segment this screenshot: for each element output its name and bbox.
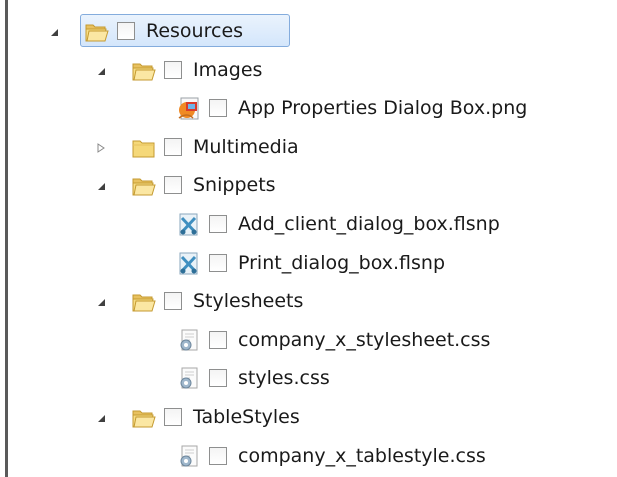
- item-checkbox[interactable]: [209, 214, 227, 233]
- project-explorer-panel: Resources Images App Properties Dialog B…: [0, 0, 617, 477]
- item-checkbox[interactable]: [164, 60, 182, 79]
- folder-open-icon: [131, 289, 157, 315]
- folder-open-icon: [131, 173, 157, 199]
- tree-folder-row[interactable]: Resources: [0, 13, 617, 52]
- snippet-file-icon: [176, 251, 202, 277]
- tree-file-row[interactable]: App Properties Dialog Box.png: [0, 90, 617, 129]
- tree-folder-row[interactable]: Snippets: [0, 167, 617, 206]
- tree-item-label[interactable]: Multimedia: [193, 134, 299, 160]
- item-checkbox[interactable]: [164, 292, 182, 311]
- css-file-icon: [176, 366, 202, 392]
- tree-file-row[interactable]: Print_dialog_box.flsnp: [0, 245, 617, 284]
- css-file-icon: [176, 328, 202, 354]
- folder-open-icon: [131, 58, 157, 84]
- item-checkbox[interactable]: [209, 253, 227, 272]
- tree-folder-row[interactable]: Stylesheets: [0, 283, 617, 322]
- tree-file-row[interactable]: styles.css: [0, 360, 617, 399]
- item-checkbox[interactable]: [209, 99, 227, 118]
- folder-open-icon: [84, 19, 110, 45]
- item-checkbox[interactable]: [209, 369, 227, 388]
- expanded-arrow-icon[interactable]: [95, 65, 107, 77]
- tree-file-row[interactable]: Add_client_dialog_box.flsnp: [0, 206, 617, 245]
- tree-item-label[interactable]: Snippets: [193, 172, 276, 198]
- tree-item-label[interactable]: App Properties Dialog Box.png: [238, 95, 527, 121]
- folder-open-icon: [131, 405, 157, 431]
- tree-file-row[interactable]: company_x_tablestyle.css: [0, 438, 617, 477]
- collapsed-arrow-icon[interactable]: [95, 142, 107, 154]
- tree-item-label[interactable]: TableStyles: [193, 404, 300, 430]
- tree-folder-row[interactable]: Images: [0, 52, 617, 91]
- folder-closed-icon: [131, 135, 157, 161]
- item-checkbox[interactable]: [164, 407, 182, 426]
- tree-item-label[interactable]: company_x_tablestyle.css: [238, 443, 486, 469]
- tree-item-label[interactable]: Add_client_dialog_box.flsnp: [238, 211, 500, 237]
- item-checkbox[interactable]: [209, 446, 227, 465]
- expanded-arrow-icon[interactable]: [48, 26, 60, 38]
- item-checkbox[interactable]: [164, 176, 182, 195]
- tree-folder-row[interactable]: TableStyles: [0, 399, 617, 438]
- expanded-arrow-icon[interactable]: [95, 296, 107, 308]
- expanded-arrow-icon[interactable]: [95, 180, 107, 192]
- resource-tree: Resources Images App Properties Dialog B…: [0, 13, 617, 476]
- tree-item-label[interactable]: Images: [193, 57, 262, 83]
- tree-item-label[interactable]: Print_dialog_box.flsnp: [238, 250, 445, 276]
- item-checkbox[interactable]: [117, 22, 135, 40]
- expanded-arrow-icon[interactable]: [95, 412, 107, 424]
- tree-item-label[interactable]: Resources: [146, 18, 243, 44]
- tree-folder-row[interactable]: Multimedia: [0, 129, 617, 168]
- tree-item-label[interactable]: company_x_stylesheet.css: [238, 327, 490, 353]
- item-checkbox[interactable]: [164, 137, 182, 156]
- snippet-file-icon: [176, 212, 202, 238]
- tree-file-row[interactable]: company_x_stylesheet.css: [0, 322, 617, 361]
- tree-item-label[interactable]: Stylesheets: [193, 288, 303, 314]
- image-file-icon: [176, 96, 202, 122]
- css-file-icon: [176, 444, 202, 470]
- item-checkbox[interactable]: [209, 330, 227, 349]
- tree-item-label[interactable]: styles.css: [238, 365, 330, 391]
